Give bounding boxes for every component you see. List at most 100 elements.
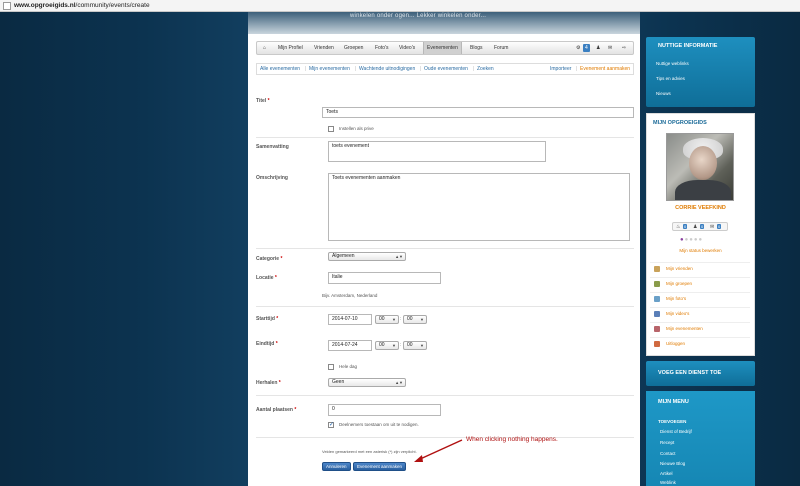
location-input[interactable]: Italie [328,272,441,284]
seats-input[interactable]: 0 [328,404,441,416]
user-badges: ♨ 0 ♟ 0 ✉ 0 [672,222,728,231]
link-mijn-vrienden[interactable]: Mijn vrienden [666,266,693,271]
end-time-label: Eindtijd * [256,341,278,347]
nav-forum[interactable]: Forum [491,42,511,54]
title-input[interactable]: Toets [322,107,634,118]
nav-fotos[interactable]: Foto's [372,42,391,54]
end-date-input[interactable]: 2014-07-24 [328,340,372,351]
events-icon [654,326,660,332]
start-hour-select[interactable]: 00 ▼ [375,315,399,324]
private-label: Instellen als prive [339,126,374,131]
nav-groepen[interactable]: Groepen [341,42,366,54]
summary-textarea[interactable]: toets evenement [328,141,546,162]
add-service-panel[interactable]: VOEG EEN DIENST TOE [646,361,755,386]
rating-drops-icon: ●●●●● [680,237,704,243]
seats-label: Aantal plaatsen * [256,407,297,413]
summary-label: Samenvatting [256,144,289,150]
repeat-select[interactable]: Geen ▲▼ [328,378,406,387]
messages-icon[interactable]: ✉ [605,42,615,54]
my-menu-title: MIJN MENU [658,399,689,405]
nav-blogs[interactable]: Blogs [467,42,486,54]
required-fields-note: Velden gemarkeerd met een asterisk (*) z… [322,449,417,454]
home-icon[interactable]: ⌂ [260,42,269,54]
site-favicon-icon [3,2,11,10]
settings-icon[interactable]: ⚙ [573,42,583,54]
annotation-arrow-icon [414,439,463,462]
private-checkbox[interactable] [328,126,334,132]
end-minute-select[interactable]: 00 ▼ [403,341,427,350]
link-tips-en-advies[interactable]: Tips en advies [656,76,685,81]
link-mijn-evenementen[interactable]: Mijn evenementen [666,326,703,331]
category-label: Categorie * [256,256,283,262]
add-title: TOEVOEGEN [658,419,687,424]
link-nieuwe-blog[interactable]: Nieuwe Blog [660,461,685,466]
link-nuttige-weblinks[interactable]: Nuttige weblinks [656,61,689,66]
link-mijn-videos[interactable]: Mijn video's [666,311,689,316]
notification-count-badge[interactable]: 4 [583,44,590,52]
friends-request-icon[interactable]: ♟ [693,224,697,230]
community-nav-bar: ⌂ Mijn Profiel Vrienden Groepen Foto's V… [256,41,634,55]
link-nieuws[interactable]: Nieuws [656,91,671,96]
badge-count: 0 [683,224,688,229]
end-hour-select[interactable]: 00 ▼ [375,341,399,350]
invite-label: Deelnemers toestaan om uit te nodigen. [339,422,419,427]
subnav-importeer[interactable]: Importeer [550,66,571,72]
cancel-button[interactable]: Annuleren [322,462,351,471]
location-hint: Bijv. Amsterdam, Nederland [322,293,378,298]
link-uitloggen[interactable]: Uitloggen [666,341,685,346]
subnav-zoeken[interactable]: Zoeken [477,66,494,72]
user-name[interactable]: CORRIE VEEFKIND [646,205,755,211]
start-minute-select[interactable]: 00 ▼ [403,315,427,324]
start-time-label: Starttijd * [256,316,279,322]
all-day-label: Hele dag [339,364,358,369]
profile-box-title: MIJN OPGROEIGIDS [653,120,707,126]
subnav-mijn-evenementen[interactable]: Mijn evenementen [309,66,350,72]
main-content [248,34,640,486]
subnav-wachtende-uitnodigingen[interactable]: Wachtende uitnodigingen [359,66,415,72]
description-textarea[interactable]: Toets evenementen aanmaken [328,173,630,241]
all-day-checkbox[interactable] [328,364,334,370]
select-arrows-icon: ▲▼ [395,254,403,259]
nav-evenementen[interactable]: Evenementen [423,42,462,54]
link-contact[interactable]: Contact [660,451,676,456]
add-service-title[interactable]: VOEG EEN DIENST TOE [658,370,749,376]
banner-text: winkelen onder ogen... Lekker winkelen o… [350,13,487,19]
subnav-evenement-aanmaken[interactable]: Evenement aanmaken [580,66,630,72]
videos-icon [654,311,660,317]
link-dienst-of-bedrijf[interactable]: Dienst of Bedrijf [660,429,692,434]
start-date-input[interactable]: 2014-07-10 [328,314,372,325]
location-label: Locatie * [256,275,277,281]
title-label: Titel * [256,98,270,104]
friends-icon[interactable]: ♟ [593,42,603,54]
link-recept[interactable]: Recept [660,440,674,445]
link-artikel[interactable]: Artikel [660,471,673,476]
nav-videos[interactable]: Video's [396,42,418,54]
bell-icon[interactable]: ♨ [676,224,680,230]
link-weblink[interactable]: Weblink [660,480,676,485]
chat-icon[interactable]: ✉ [710,224,714,230]
link-mijn-groepen[interactable]: Mijn groepen [666,281,692,286]
browser-address-bar[interactable]: www.opgroeigids.nl/community/events/crea… [0,0,800,12]
annotation-text: When clicking nothing happens. [466,436,558,443]
badge-count: 0 [700,224,705,229]
nav-mijn-profiel[interactable]: Mijn Profiel [275,42,306,54]
avatar[interactable] [666,133,734,201]
badge-count: 0 [717,224,722,229]
subnav-alle-evenementen[interactable]: Alle evenementen [260,66,300,72]
description-label: Omschrijving [256,175,288,181]
repeat-label: Herhalen * [256,380,281,386]
create-event-button[interactable]: Evenement aanmaken [353,462,407,471]
link-mijn-fotos[interactable]: Mijn foto's [666,296,686,301]
edit-status-link[interactable]: Mijn status bewerken [646,248,755,253]
nav-vrienden[interactable]: Vrienden [311,42,337,54]
photos-icon [654,296,660,302]
useful-info-panel: NUTTIGE INFORMATIE [646,37,755,107]
category-select[interactable]: Algemeen ▲▼ [328,252,406,261]
logout-icon [654,341,660,347]
url-text[interactable]: www.opgroeigids.nl/community/events/crea… [14,2,150,10]
invite-checkbox[interactable]: ✓ [328,422,334,428]
logout-icon[interactable]: ⇨ [619,42,629,54]
subnav-oude-evenementen[interactable]: Oude evenementen [424,66,468,72]
groups-icon [654,281,660,287]
useful-info-title: NUTTIGE INFORMATIE [658,43,718,49]
